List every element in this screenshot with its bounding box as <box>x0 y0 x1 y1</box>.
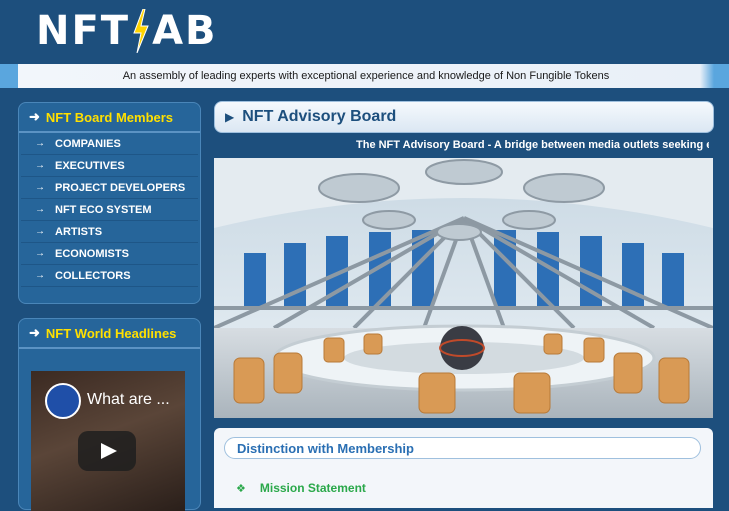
right-arrow-icon: → <box>35 248 45 259</box>
right-arrow-icon: → <box>35 270 45 281</box>
logo-text-left: NFT <box>36 8 131 54</box>
right-arrow-icon: ➜ <box>29 325 40 340</box>
right-arrow-icon: → <box>35 160 45 171</box>
headlines-heading: ➜ NFT World Headlines <box>19 319 200 349</box>
tagline: An assembly of leading experts with exce… <box>122 70 610 82</box>
right-arrow-icon: → <box>35 138 45 149</box>
page-title: NFT Advisory Board <box>242 108 397 125</box>
distinction-title: Distinction with Membership <box>237 440 414 456</box>
advisory-board-title-bar: ▶ NFT Advisory Board <box>214 101 714 133</box>
site-header: NFT AB <box>0 0 729 64</box>
sidebar-item-nft-eco-system[interactable]: → NFT ECO SYSTEM <box>21 199 198 221</box>
site-logo[interactable]: NFT AB <box>36 8 218 54</box>
sidebar-item-label: COMPANIES <box>55 137 121 150</box>
right-arrow-icon: → <box>35 204 45 215</box>
boardroom-photo <box>214 158 713 418</box>
sidebar-item-label: ECONOMISTS <box>55 247 129 260</box>
right-arrow-icon: → <box>35 182 45 193</box>
channel-logo-icon <box>45 383 81 419</box>
diamond-bullet-icon: ❖ <box>236 481 246 495</box>
mission-statement-link[interactable]: ❖ Mission Statement <box>236 481 366 495</box>
mission-statement-label: Mission Statement <box>259 481 366 495</box>
sidebar-item-artists[interactable]: → ARTISTS <box>21 221 198 243</box>
sidebar-item-label: NFT ECO SYSTEM <box>55 203 152 216</box>
headlines-panel: ➜ NFT World Headlines What are ... <box>18 318 201 511</box>
play-button[interactable] <box>78 431 136 471</box>
sidebar-item-collectors[interactable]: → COLLECTORS <box>21 265 198 287</box>
sidebar-item-label: COLLECTORS <box>55 269 131 282</box>
distinction-panel: Distinction with Membership ❖ Mission St… <box>214 428 713 508</box>
right-arrow-icon: → <box>35 226 45 237</box>
tagline-bar: An assembly of leading experts with exce… <box>0 64 729 88</box>
sidebar-item-project-developers[interactable]: → PROJECT DEVELOPERS <box>21 177 198 199</box>
sidebar-item-economists[interactable]: → ECONOMISTS <box>21 243 198 265</box>
logo-text-right: AB <box>152 8 218 54</box>
sidebar-item-label: EXECUTIVES <box>55 159 125 172</box>
marquee-banner: The NFT Advisory Board - A bridge betwee… <box>214 137 709 157</box>
board-members-panel: ➜ NFT Board Members → COMPANIES → EXECUTIV… <box>18 102 201 304</box>
video-title: What are ... <box>87 391 170 408</box>
marquee-text: The NFT Advisory Board - A bridge betwee… <box>356 139 709 151</box>
board-members-title: NFT Board Members <box>45 109 174 125</box>
boardroom-illustration <box>214 158 713 418</box>
board-members-heading: ➜ NFT Board Members <box>19 103 200 133</box>
headlines-title: NFT World Headlines <box>45 325 177 341</box>
sidebar-item-label: PROJECT DEVELOPERS <box>55 181 186 194</box>
sidebar-item-companies[interactable]: → COMPANIES <box>21 133 198 155</box>
right-arrow-icon: ➜ <box>29 109 40 124</box>
sidebar-item-label: ARTISTS <box>55 225 103 238</box>
right-triangle-icon: ▶ <box>225 110 235 124</box>
sidebar-item-executives[interactable]: → EXECUTIVES <box>21 155 198 177</box>
video-thumbnail[interactable]: What are ... <box>31 371 185 511</box>
board-members-menu: → COMPANIES → EXECUTIVES → PROJECT DEVELOPE… <box>19 133 200 287</box>
distinction-heading: Distinction with Membership <box>224 437 701 459</box>
lightning-icon <box>133 9 149 53</box>
